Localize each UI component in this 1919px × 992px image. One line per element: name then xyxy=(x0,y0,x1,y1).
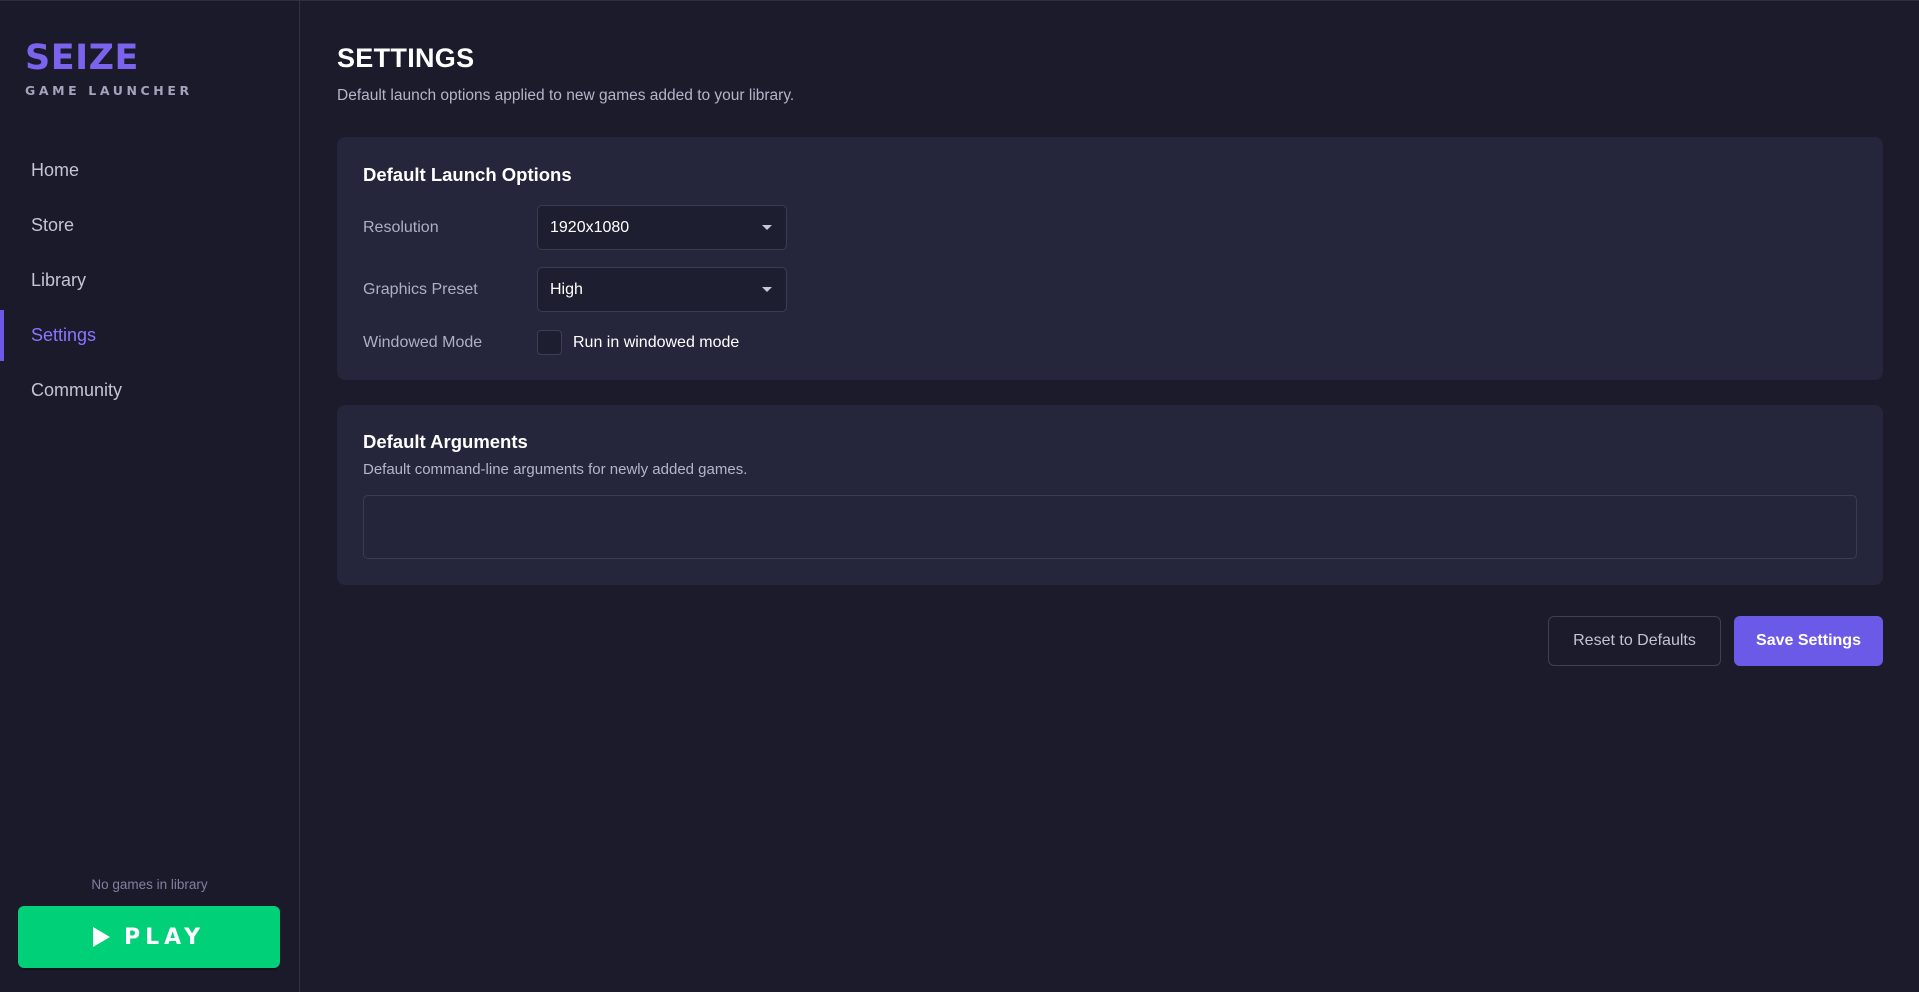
default-arguments-title: Default Arguments xyxy=(363,431,528,452)
sidebar-nav: Home Store Library Settings Community xyxy=(0,143,299,418)
default-arguments-description: Default command-line arguments for newly… xyxy=(363,461,748,478)
graphics-preset-label: Graphics Preset xyxy=(363,281,478,298)
play-button-label: PLAY xyxy=(124,924,205,950)
launch-options-card: Default Launch Options Resolution 1920x1… xyxy=(337,137,1883,380)
chevron-down-icon xyxy=(762,225,772,230)
resolution-select-value: 1920x1080 xyxy=(550,218,630,236)
default-arguments-card: Default Arguments Default command-line a… xyxy=(337,405,1883,585)
brand-logo: SEIZE GAME LAUNCHER xyxy=(25,39,193,98)
launch-options-title: Default Launch Options xyxy=(363,164,572,185)
graphics-preset-select[interactable]: High xyxy=(537,267,787,312)
play-button[interactable]: PLAY xyxy=(18,906,280,968)
resolution-select[interactable]: 1920x1080 xyxy=(537,205,787,250)
page-title: SETTINGS xyxy=(337,43,475,73)
sidebar-item-community[interactable]: Community xyxy=(0,363,299,418)
save-settings-button[interactable]: Save Settings xyxy=(1734,616,1883,666)
brand-title: SEIZE xyxy=(25,38,139,78)
windowed-mode-checkbox[interactable] xyxy=(537,330,562,355)
app-window: SEIZE GAME LAUNCHER Home Store Library S… xyxy=(0,0,1919,992)
page-description: Default launch options applied to new ga… xyxy=(337,87,795,104)
windowed-mode-checkbox-label[interactable]: Run in windowed mode xyxy=(573,334,739,352)
library-status-text: No games in library xyxy=(91,877,208,892)
default-arguments-input[interactable] xyxy=(363,495,1857,559)
sidebar: SEIZE GAME LAUNCHER Home Store Library S… xyxy=(0,1,300,992)
play-icon xyxy=(93,927,110,947)
reset-to-defaults-button[interactable]: Reset to Defaults xyxy=(1548,616,1721,666)
windowed-mode-label: Windowed Mode xyxy=(363,334,483,351)
sidebar-item-home[interactable]: Home xyxy=(0,143,299,198)
sidebar-item-store[interactable]: Store xyxy=(0,198,299,253)
brand-subtitle: GAME LAUNCHER xyxy=(25,83,193,98)
chevron-down-icon xyxy=(762,287,772,292)
sidebar-item-library[interactable]: Library xyxy=(0,253,299,308)
sidebar-item-settings[interactable]: Settings xyxy=(0,308,299,363)
resolution-label: Resolution xyxy=(363,219,439,236)
graphics-preset-select-value: High xyxy=(550,280,583,298)
